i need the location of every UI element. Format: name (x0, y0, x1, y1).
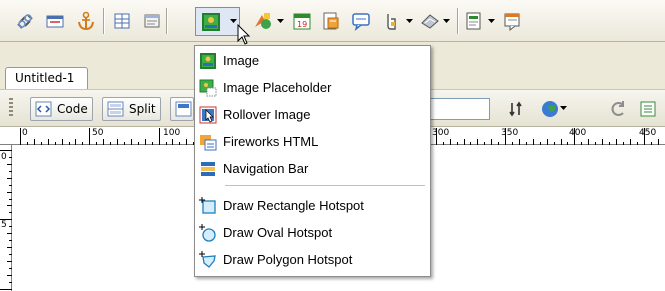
oval-hotspot-icon (199, 224, 217, 242)
ruler-label: 5 (1, 220, 7, 230)
svg-text:19: 19 (297, 20, 307, 29)
chevron-down-icon[interactable] (277, 18, 284, 24)
menu-item-draw-oval-hotspot[interactable]: Draw Oval Hotspot (196, 221, 429, 245)
navigation-bar-icon (199, 160, 217, 178)
vertical-ruler: 0 5 (0, 145, 12, 291)
chevron-down-icon[interactable] (443, 18, 450, 24)
menu-item-draw-rectangle-hotspot[interactable]: Draw Rectangle Hotspot (196, 194, 429, 218)
insert-toolbar: 19 (0, 0, 665, 42)
rectangle-hotspot-icon (199, 197, 217, 215)
image-placeholder-icon (199, 79, 217, 97)
menu-item-image-placeholder[interactable]: Image Placeholder (196, 76, 429, 100)
ruler-label: 450 (639, 128, 657, 138)
tag-chooser-icon[interactable] (502, 10, 524, 32)
chevron-down-icon[interactable] (230, 18, 237, 24)
split-view-icon (107, 101, 124, 117)
menu-item-label: Navigation Bar (223, 161, 309, 176)
script-icon[interactable] (419, 10, 441, 32)
ruler-label: 400 (569, 128, 587, 138)
hyperlink-icon[interactable] (14, 10, 36, 32)
view-options-icon[interactable] (638, 99, 658, 119)
chevron-down-icon[interactable] (406, 18, 413, 24)
table-icon[interactable] (111, 10, 133, 32)
polygon-hotspot-icon (199, 251, 217, 269)
refresh-icon[interactable] (608, 99, 628, 119)
fireworks-html-icon (199, 133, 217, 151)
server-side-include-icon[interactable] (320, 10, 342, 32)
ruler-label: 0 (1, 152, 7, 162)
layer-icon[interactable] (141, 10, 163, 32)
image-icon (199, 52, 217, 70)
menu-item-draw-polygon-hotspot[interactable]: Draw Polygon Hotspot (196, 248, 429, 272)
menu-item-label: Image (223, 53, 260, 68)
split-view-button[interactable]: Split (102, 97, 161, 121)
menu-item-label: Draw Polygon Hotspot (223, 252, 353, 267)
code-view-button[interactable]: Code (30, 97, 93, 121)
code-view-icon (35, 101, 52, 117)
templates-icon[interactable] (463, 10, 485, 32)
chevron-down-icon[interactable] (488, 18, 495, 24)
menu-item-label: Draw Rectangle Hotspot (223, 198, 364, 213)
media-icon[interactable] (252, 10, 274, 32)
code-view-label: Code (57, 102, 88, 116)
menu-item-image[interactable]: Image (196, 49, 429, 73)
image-dropdown-menu: Image Image Placeholder Rollover Image F… (194, 45, 431, 277)
ruler-label: 50 (92, 128, 104, 138)
comment-icon[interactable] (350, 10, 372, 32)
named-anchor-icon[interactable] (75, 10, 97, 32)
menu-item-navigation-bar[interactable]: Navigation Bar (196, 157, 429, 181)
chevron-down-icon[interactable] (560, 105, 568, 113)
split-view-label: Split (129, 102, 156, 116)
ruler-label: 300 (432, 128, 450, 138)
mouse-cursor-icon (237, 23, 251, 49)
design-view-icon (175, 101, 192, 117)
images-icon[interactable] (200, 11, 222, 33)
file-management-icon[interactable] (507, 99, 527, 119)
design-view-button[interactable] (170, 97, 194, 121)
menu-item-label: Image Placeholder (223, 80, 332, 95)
ruler-label: 100 (163, 128, 181, 138)
document-tab-label: Untitled-1 (15, 71, 75, 85)
ruler-label: 350 (501, 128, 519, 138)
menu-item-label: Rollover Image (223, 107, 311, 122)
menu-item-label: Fireworks HTML (223, 134, 319, 149)
menu-separator (225, 185, 425, 186)
ruler-label: 0 (22, 128, 28, 138)
menu-item-rollover-image[interactable]: Rollover Image (196, 103, 429, 127)
toolbar-grip[interactable] (9, 98, 13, 118)
rollover-image-icon (199, 106, 217, 124)
email-link-icon[interactable] (44, 10, 66, 32)
document-tab[interactable]: Untitled-1 (5, 67, 88, 89)
preview-in-browser-icon[interactable] (540, 99, 560, 119)
head-icon[interactable] (380, 10, 402, 32)
menu-item-label: Draw Oval Hotspot (223, 225, 333, 240)
date-icon[interactable]: 19 (291, 10, 313, 32)
menu-item-fireworks-html[interactable]: Fireworks HTML (196, 130, 429, 154)
